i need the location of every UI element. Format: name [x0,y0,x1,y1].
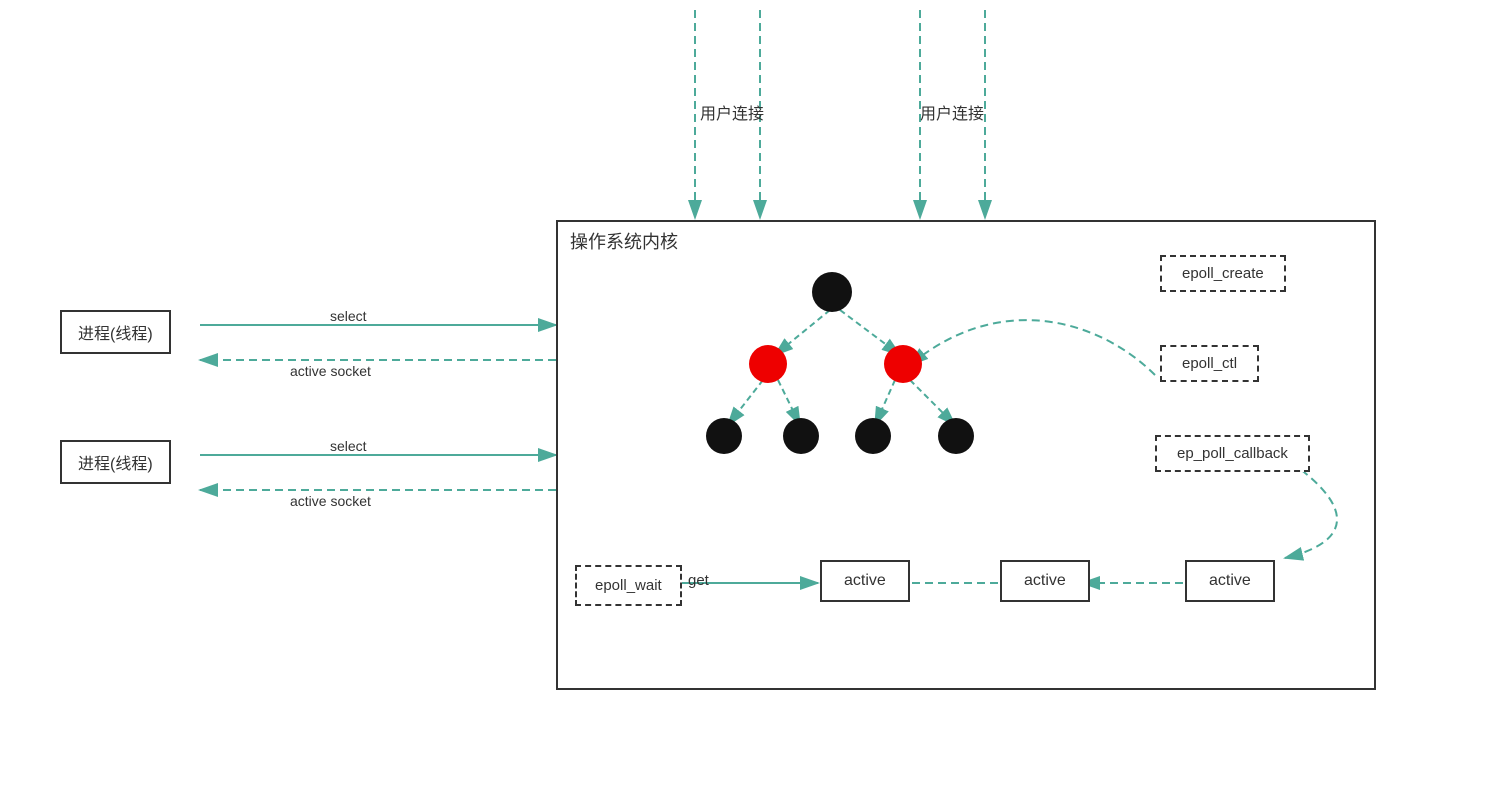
epoll-create-box: epoll_create [1160,255,1286,292]
active-socket-label-1: active socket [290,363,371,379]
process-box-1: 进程(线程) [60,310,171,354]
select-label-2: select [330,438,367,454]
tree-right-red-node [884,345,922,383]
user-conn-label-2: 用户连接 [920,100,984,124]
kernel-label: 操作系统内核 [570,228,678,254]
active-box-1: active [820,560,910,602]
active-box-2: active [1000,560,1090,602]
epoll-wait-box: epoll_wait [575,565,682,606]
tree-rr-node [938,418,974,454]
ep-poll-callback-box: ep_poll_callback [1155,435,1310,472]
active-box-3: active [1185,560,1275,602]
get-label: get [688,572,709,589]
tree-ll-node [706,418,742,454]
active-socket-label-2: active socket [290,493,371,509]
diagram-container: 用户连接 用户连接 操作系统内核 进程(线程) 进程(线程) select ac… [0,0,1504,796]
tree-left-red-node [749,345,787,383]
user-conn-label-1: 用户连接 [700,100,764,124]
tree-rl-node [855,418,891,454]
tree-lr-node [783,418,819,454]
tree-root-node [812,272,852,312]
epoll-ctl-box: epoll_ctl [1160,345,1259,382]
process-box-2: 进程(线程) [60,440,171,484]
select-label-1: select [330,308,367,324]
